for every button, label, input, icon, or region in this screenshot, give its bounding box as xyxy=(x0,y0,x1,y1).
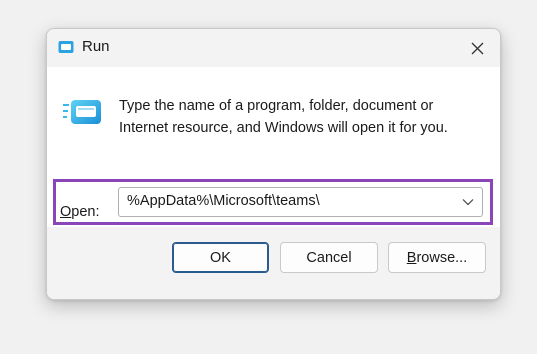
title-bar[interactable]: Run xyxy=(47,29,500,67)
run-app-icon xyxy=(58,41,74,53)
browse-label: rowse... xyxy=(416,249,468,266)
run-dialog: Run Type the name of a program, folder, … xyxy=(46,28,501,300)
close-button[interactable] xyxy=(454,29,500,67)
open-input[interactable]: %AppData%\Microsoft\teams\ xyxy=(127,193,320,209)
run-description: Type the name of a program, folder, docu… xyxy=(119,98,448,136)
ok-button[interactable]: OK xyxy=(172,242,269,273)
open-label: Open: xyxy=(60,204,100,220)
open-combobox[interactable]: %AppData%\Microsoft\teams\ xyxy=(118,187,483,217)
cancel-button[interactable]: Cancel xyxy=(280,242,378,273)
browse-button[interactable]: Browse... xyxy=(388,242,486,273)
dialog-content: Type the name of a program, folder, docu… xyxy=(47,67,500,227)
open-label-text: pen: xyxy=(71,204,100,220)
chevron-down-icon[interactable] xyxy=(462,198,474,206)
button-bar: OK Cancel Browse... xyxy=(47,227,500,299)
window-title: Run xyxy=(82,38,110,55)
open-label-accesskey: O xyxy=(60,204,72,220)
run-program-icon xyxy=(63,100,101,124)
browse-accesskey: B xyxy=(406,249,417,266)
close-icon xyxy=(471,42,483,54)
